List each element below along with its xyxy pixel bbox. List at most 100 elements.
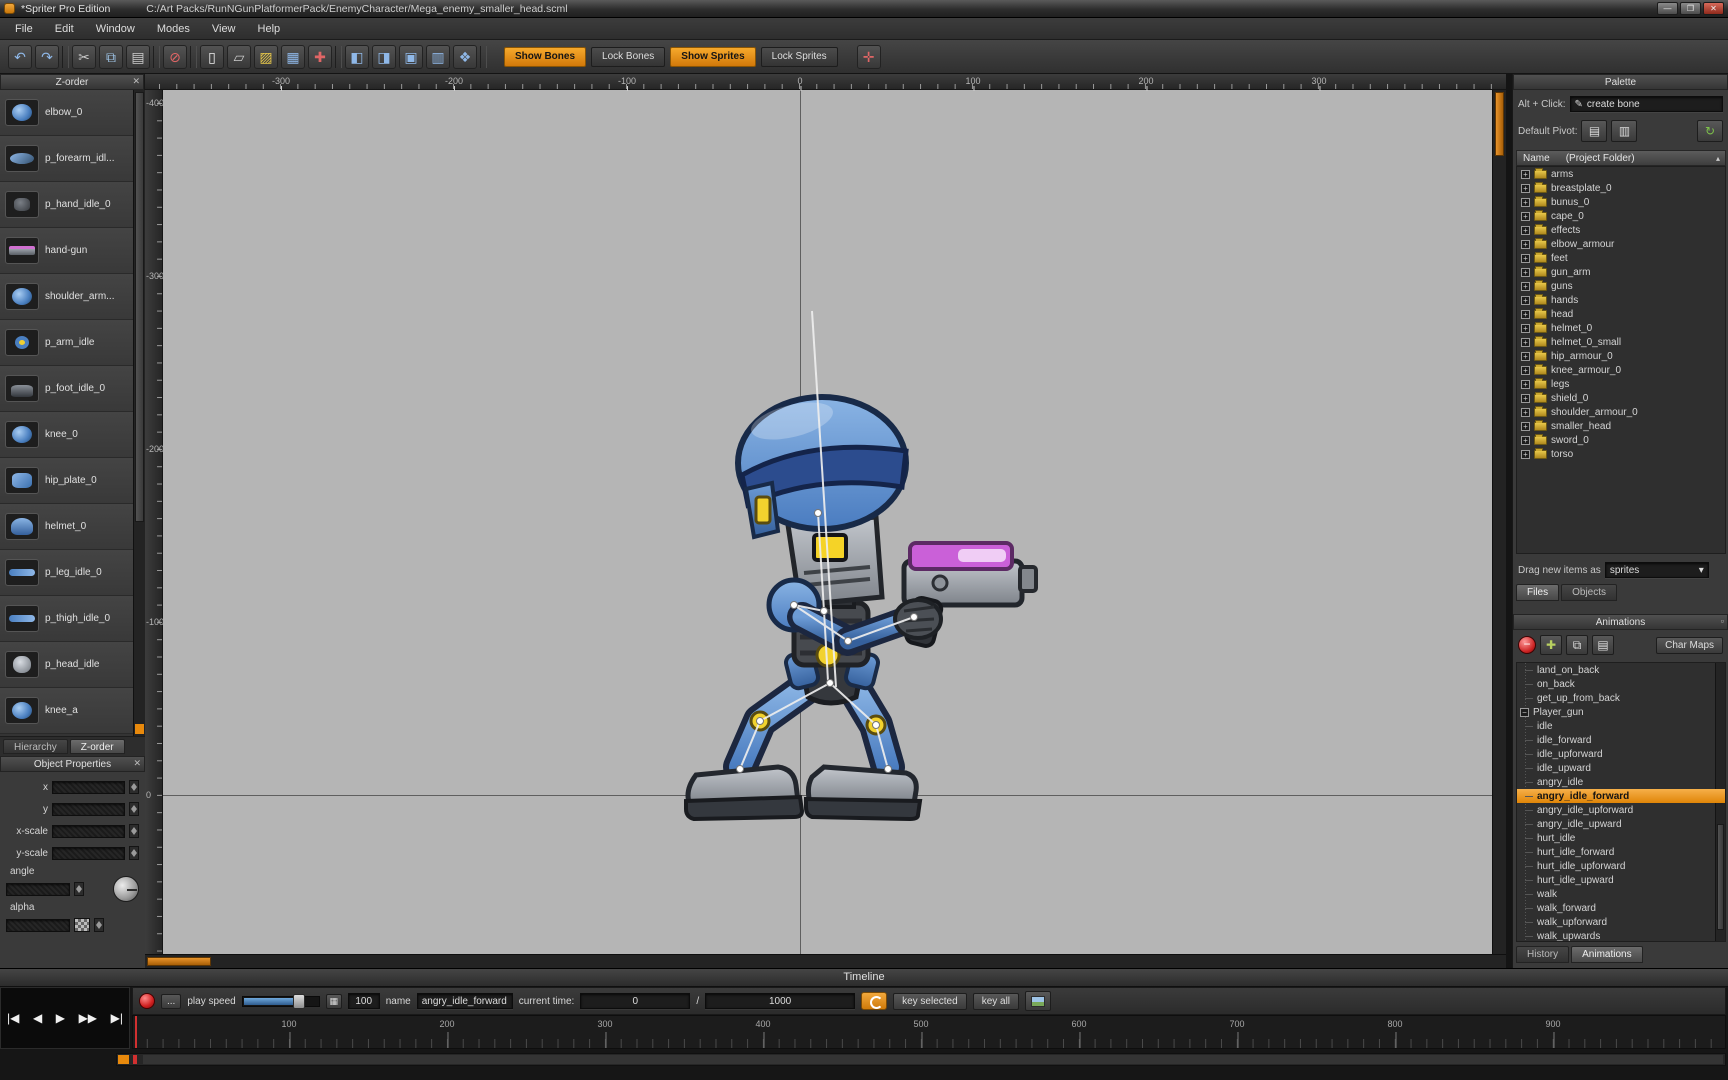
- close-icon[interactable]: ✕: [133, 758, 141, 769]
- save-icon[interactable]: ▦: [281, 45, 305, 69]
- view-mode-4-icon[interactable]: ▥: [426, 45, 450, 69]
- zorder-item[interactable]: p_hand_idle_0: [0, 182, 133, 228]
- expand-icon[interactable]: +: [1521, 212, 1530, 221]
- folder-row[interactable]: + smaller_head: [1517, 419, 1725, 433]
- animation-item[interactable]: − Player_gun: [1517, 705, 1725, 719]
- zorder-item[interactable]: p_leg_idle_0: [0, 550, 133, 596]
- folder-row[interactable]: + helmet_0_small: [1517, 335, 1725, 349]
- skip-end-button[interactable]: ▶|: [111, 1011, 123, 1025]
- spinner-icon[interactable]: [74, 882, 84, 896]
- spinner-icon[interactable]: [94, 918, 104, 932]
- menu-item[interactable]: Window: [85, 20, 146, 38]
- toolbar-icon[interactable]: [190, 46, 197, 68]
- lock-bones-toggle[interactable]: Lock Bones: [591, 47, 665, 67]
- skip-start-button[interactable]: |◀: [7, 1011, 19, 1025]
- scrollbar-handle[interactable]: [147, 957, 211, 966]
- property-value-field[interactable]: [52, 781, 125, 794]
- spriter-logo-button[interactable]: [861, 992, 887, 1010]
- lock-sprites-toggle[interactable]: Lock Sprites: [761, 47, 838, 67]
- folder-row[interactable]: + shoulder_armour_0: [1517, 405, 1725, 419]
- zorder-item[interactable]: p_head_idle: [0, 642, 133, 688]
- expand-icon[interactable]: +: [1521, 324, 1530, 333]
- view-mode-2-icon[interactable]: ◨: [372, 45, 396, 69]
- menu-item[interactable]: File: [4, 20, 44, 38]
- scrollbar-nub[interactable]: [118, 1055, 129, 1064]
- folder-row[interactable]: + sword_0: [1517, 433, 1725, 447]
- expand-icon[interactable]: +: [1521, 380, 1530, 389]
- canvas-horizontal-scrollbar[interactable]: [145, 954, 1506, 968]
- folder-row[interactable]: + arms: [1517, 167, 1725, 181]
- new-animation-icon[interactable]: ✚: [1540, 635, 1562, 655]
- expand-icon[interactable]: +: [1521, 366, 1530, 375]
- canvas-vertical-scrollbar[interactable]: [1492, 90, 1506, 954]
- image-key-button[interactable]: [1025, 991, 1051, 1011]
- toolbar-icon[interactable]: [62, 46, 69, 68]
- expand-icon[interactable]: +: [1521, 422, 1530, 431]
- scrollbar-handle[interactable]: [135, 92, 144, 522]
- scrollbar-handle[interactable]: [143, 1055, 1723, 1064]
- play-speed-slider[interactable]: [242, 996, 320, 1007]
- folder-row[interactable]: + cape_0: [1517, 209, 1725, 223]
- expand-icon[interactable]: +: [1521, 310, 1530, 319]
- char-maps-button[interactable]: Char Maps: [1656, 637, 1723, 654]
- folder-row[interactable]: + head: [1517, 307, 1725, 321]
- timeline-scrollbar[interactable]: [116, 1053, 1726, 1066]
- animation-item[interactable]: − angry_idle_forward: [1517, 789, 1725, 803]
- expand-icon[interactable]: +: [1521, 184, 1530, 193]
- current-time-field[interactable]: 0: [580, 993, 690, 1009]
- key-all-button[interactable]: key all: [973, 993, 1019, 1010]
- duration-field[interactable]: 1000: [705, 993, 855, 1009]
- toolbar-icon[interactable]: [480, 46, 487, 68]
- paste-icon[interactable]: ▤: [126, 45, 150, 69]
- open-folder-icon[interactable]: ▨: [254, 45, 278, 69]
- spinner-icon[interactable]: [129, 824, 139, 838]
- expand-icon[interactable]: +: [1521, 268, 1530, 277]
- animation-name-field[interactable]: angry_idle_forward: [417, 993, 513, 1009]
- alpha-field[interactable]: [6, 919, 70, 932]
- animation-item[interactable]: − idle_upward: [1517, 761, 1725, 775]
- show-sprites-toggle[interactable]: Show Sprites: [670, 47, 755, 67]
- folder-row[interactable]: + hands: [1517, 293, 1725, 307]
- import-bone-icon[interactable]: ✚: [308, 45, 332, 69]
- delete-icon[interactable]: ⊘: [163, 45, 187, 69]
- remove-animation-icon[interactable]: −: [1518, 636, 1536, 654]
- play-button[interactable]: ▶: [56, 1011, 65, 1025]
- angle-dial[interactable]: [113, 876, 139, 902]
- collapse-icon[interactable]: −: [1520, 708, 1529, 717]
- tab-hierarchy[interactable]: Hierarchy: [3, 739, 68, 754]
- folder-row[interactable]: + bunus_0: [1517, 195, 1725, 209]
- drag-items-select[interactable]: sprites ▾: [1605, 562, 1709, 578]
- expand-icon[interactable]: +: [1521, 352, 1530, 361]
- toolbar-icon[interactable]: [153, 46, 160, 68]
- timeline-ruler[interactable]: 100200300400500600700800900: [132, 1015, 1726, 1049]
- fit-screen-icon[interactable]: ❖: [453, 45, 477, 69]
- record-button[interactable]: [139, 993, 155, 1009]
- animation-item[interactable]: − hurt_idle_upforward: [1517, 859, 1725, 873]
- animation-item[interactable]: − hurt_idle_upward: [1517, 873, 1725, 887]
- animation-item[interactable]: − angry_idle_upward: [1517, 817, 1725, 831]
- speed-stepper-icon[interactable]: ▦: [326, 994, 342, 1009]
- expand-icon[interactable]: +: [1521, 282, 1530, 291]
- tab-zorder[interactable]: Z-order: [70, 739, 125, 754]
- property-value-field[interactable]: [52, 825, 125, 838]
- zorder-item[interactable]: p_foot_idle_0: [0, 366, 133, 412]
- maximize-button[interactable]: ❐: [1680, 2, 1701, 15]
- zorder-item[interactable]: hip_plate_0: [0, 458, 133, 504]
- sort-icon[interactable]: ▴: [1716, 154, 1720, 163]
- pivot-paste-button[interactable]: ▥: [1611, 120, 1637, 142]
- animation-item[interactable]: − walk_upwards: [1517, 929, 1725, 942]
- scrollbar-nub[interactable]: [135, 724, 144, 734]
- cut-icon[interactable]: ✂: [72, 45, 96, 69]
- expand-icon[interactable]: +: [1521, 436, 1530, 445]
- bone-mode-icon[interactable]: ✛: [857, 45, 881, 69]
- expand-icon[interactable]: +: [1521, 394, 1530, 403]
- canvas[interactable]: -300-200-1000100200300: [145, 74, 1506, 968]
- zorder-item[interactable]: p_forearm_idl...: [0, 136, 133, 182]
- menu-item[interactable]: Modes: [146, 20, 201, 38]
- tab-animations[interactable]: Animations: [1571, 946, 1642, 963]
- folder-row[interactable]: + hip_armour_0: [1517, 349, 1725, 363]
- expand-icon[interactable]: +: [1521, 170, 1530, 179]
- duplicate-animation-icon[interactable]: ⧉: [1566, 635, 1588, 655]
- canvas-viewport[interactable]: -400-300-200-1000: [145, 90, 1492, 954]
- view-mode-3-icon[interactable]: ▣: [399, 45, 423, 69]
